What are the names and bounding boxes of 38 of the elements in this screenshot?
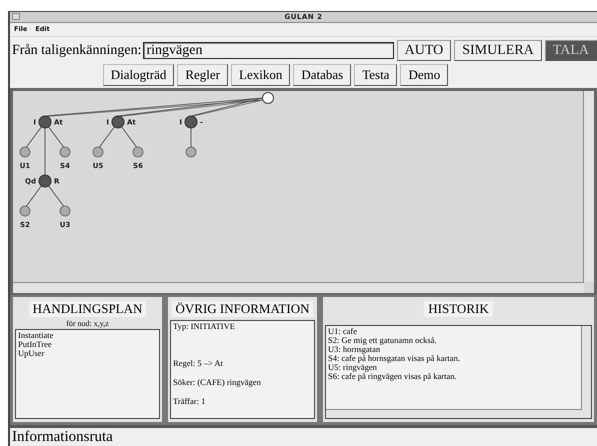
tab[interactable]: Demo: [400, 64, 448, 86]
window-menu-icon[interactable]: [12, 13, 20, 20]
history-line: U3: hornsgatan: [328, 344, 380, 354]
panel-title: HANDLINGSPLAN: [28, 300, 146, 317]
mode-button[interactable]: TALA: [544, 40, 597, 62]
info-line: Söker: (CAFE) ringvägen: [173, 378, 262, 387]
tree-node[interactable]: [38, 174, 52, 188]
panel-title: HISTORIK: [424, 300, 493, 317]
history-line: U1: cafe: [328, 326, 358, 336]
mode-button[interactable]: SIMULERA: [454, 40, 542, 62]
status-text: Informationsruta: [12, 429, 113, 446]
panel-title: ÖVRIG INFORMATION: [172, 300, 314, 317]
tab[interactable]: Testa: [354, 64, 398, 86]
input-label: Från taligenkänningen:: [12, 42, 142, 59]
input-field[interactable]: ringvägen: [143, 42, 394, 60]
tab[interactable]: Databas: [293, 64, 352, 86]
history-line: S6: cafe på ringvägen visas på kartan.: [328, 372, 458, 381]
history-line: S4: cafe på hornsgatan visas på kartan.: [328, 354, 461, 363]
horizontal-scrollbar[interactable]: [13, 282, 584, 293]
plan-item[interactable]: Instantiate: [18, 330, 157, 340]
history-line: U5: ringvägen: [328, 362, 377, 372]
tab[interactable]: Lexikon: [231, 64, 290, 86]
tree-node[interactable]: [112, 116, 124, 129]
info-line: Träffar: 1: [173, 396, 206, 406]
tab[interactable]: Dialogträd: [102, 64, 174, 86]
root-node[interactable]: [262, 92, 274, 104]
tree-node[interactable]: [184, 116, 198, 129]
history-line: S2: Ge mig ett gatunamn också.: [328, 336, 438, 345]
leaf-node[interactable]: [186, 146, 196, 158]
info-line: Regel: 5 –> At: [173, 358, 224, 368]
tree-node[interactable]: [38, 116, 52, 129]
mode-button[interactable]: AUTO: [396, 40, 452, 62]
tab[interactable]: Regler: [177, 64, 228, 86]
panel-subtitle: för nod: x,y,z: [66, 318, 109, 328]
plan-item[interactable]: PutInTree: [18, 340, 157, 349]
vertical-scrollbar[interactable]: [583, 91, 594, 282]
info-line: Typ: INITIATIVE: [173, 322, 236, 331]
plan-item[interactable]: UpUser: [18, 348, 157, 358]
